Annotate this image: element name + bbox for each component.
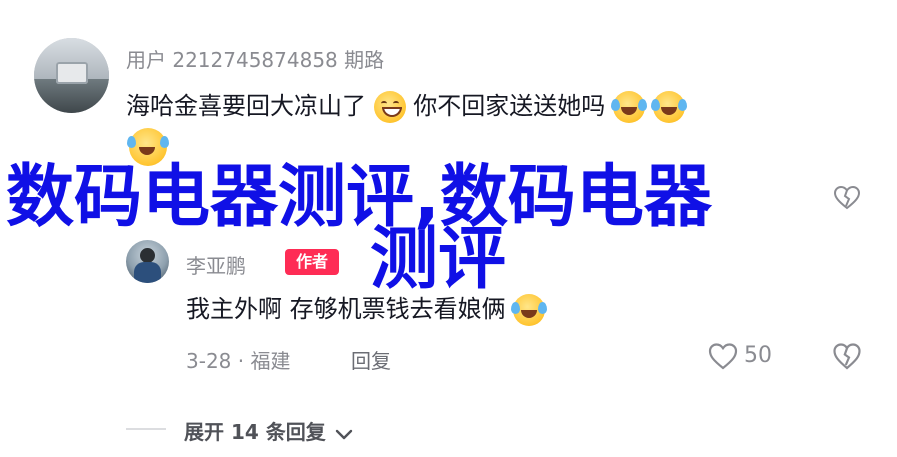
comment-text-part1: 海哈金喜要回大凉山了 xyxy=(126,92,366,120)
dislike-icon[interactable] xyxy=(833,343,861,370)
reply-username[interactable]: 李亚鹏 xyxy=(186,250,246,279)
comment-text: 海哈金喜要回大凉山了 你不回家送送她吗 xyxy=(126,86,687,123)
avatar[interactable] xyxy=(34,38,109,113)
watermark-line2: 测评 xyxy=(370,220,507,299)
avatar[interactable] xyxy=(126,240,169,283)
laugh-cry-emoji-icon xyxy=(511,294,548,326)
chevron-down-icon xyxy=(335,422,353,446)
laugh-cry-emoji-icon xyxy=(610,91,647,123)
comment-username[interactable]: 用户 2212745874858 期路 xyxy=(126,44,384,73)
comment-text-part2: 你不回家送送她吗 xyxy=(413,92,606,120)
watermark-line1: 数码电器测评,数码电器 xyxy=(6,158,712,237)
expand-replies-label: 展开 14 条回复 xyxy=(184,420,326,444)
reply-text-body: 我主外啊 存够机票钱去看娘俩 xyxy=(186,295,506,323)
author-badge: 作者 xyxy=(285,249,339,275)
reply-button[interactable]: 回复 xyxy=(351,345,391,374)
reply-date-location: 3-28 · 福建 xyxy=(186,349,291,373)
like-count: 50 xyxy=(744,343,772,368)
grin-emoji-icon xyxy=(373,91,406,123)
expand-replies-button[interactable]: 展开 14 条回复 xyxy=(184,416,353,446)
laugh-cry-emoji-icon xyxy=(650,91,687,123)
like-heart-icon[interactable] xyxy=(708,343,738,370)
divider xyxy=(126,428,166,430)
dislike-icon[interactable] xyxy=(834,186,860,210)
